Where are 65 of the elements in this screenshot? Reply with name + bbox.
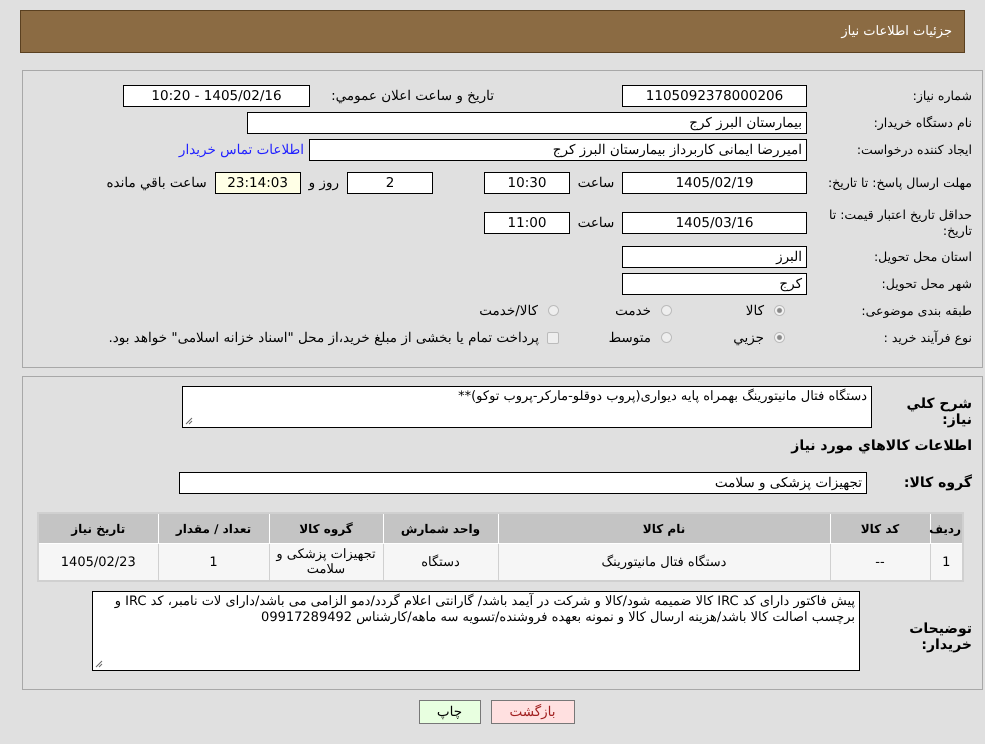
section-title: اطلاعات کالاهاي مورد نیاز	[790, 438, 973, 456]
column-header: نام کالا	[498, 513, 830, 544]
remaining-time-field[interactable]: 23:14:03	[214, 172, 301, 194]
notes-field[interactable]: پیش فاکتور دارای کد IRC کالا ضمیمه شود/کالا و شرکت در آیمد باشد/ گارانتی اعلام گردد/دمو الزامی می باشد/دارای لات نامبر، کد IRC و برچسب اصالت کالا باشد/هزینه ارسال کالا و نمونه بعهده فروشنده/تسویه سه ماهه/کارشناس 09917289492	[92, 591, 860, 671]
column-header: واحد شمارش	[383, 513, 498, 544]
resize-grip-icon[interactable]	[185, 417, 193, 425]
goods-group-field[interactable]: تجهیزات پزشکی و سلامت	[179, 472, 867, 494]
radio-button[interactable]	[548, 305, 559, 316]
buyer-field[interactable]: بیمارستان البرز کرج	[247, 112, 807, 134]
description-field[interactable]: دستگاه فتال مانیتورینگ بهمراه پایه دیواری(پروب دوقلو-مارکر-پروب توکو)**	[182, 386, 872, 428]
field-label: مهلت ارسال پاسخ: تا تاریخ:	[826, 174, 973, 192]
table-cell: 1	[930, 544, 963, 581]
days-field[interactable]: 2	[347, 172, 433, 194]
remaining-label: ساعت باقي مانده	[106, 175, 207, 191]
field-label: توضیحات خریدار:	[908, 621, 973, 653]
print-button[interactable]: چاپ	[418, 700, 480, 724]
days-label: روز و	[308, 175, 339, 191]
option-label: کالا/خدمت	[479, 302, 538, 318]
radio-button[interactable]	[774, 332, 785, 343]
option-label: خدمت	[614, 302, 651, 318]
field-label: گروه کالا:	[902, 475, 973, 491]
field-label: شهر محل تحویل:	[880, 276, 973, 291]
radio-button[interactable]	[661, 332, 672, 343]
field-label: حداقل تاریخ اعتبار قیمت: تا تاریخ:	[828, 206, 973, 240]
field-label: شماره نیاز:	[912, 88, 973, 103]
field-label: طبقه بندی موضوعی:	[860, 303, 973, 318]
table-cell: --	[830, 544, 930, 581]
city-field[interactable]: کرج	[622, 272, 807, 294]
deadline-date-field[interactable]: 1405/02/19	[622, 172, 807, 194]
radio-button[interactable]	[774, 305, 785, 316]
table-cell: 1405/02/23	[38, 544, 158, 581]
contact-link[interactable]: اطلاعات تماس خریدار	[178, 142, 304, 158]
field-label: ایجاد کننده درخواست:	[856, 142, 973, 157]
column-header: گروه کالا	[269, 513, 383, 544]
field-label: استان محل تحویل:	[872, 249, 973, 264]
time-label: ساعت	[576, 175, 616, 191]
option-label: کالا	[744, 302, 764, 318]
resize-grip-icon[interactable]	[95, 660, 103, 668]
radio-button[interactable]	[661, 305, 672, 316]
validity-time-field[interactable]: 11:00	[484, 212, 570, 234]
announce-date-field[interactable]: 1405/02/16 - 10:20	[123, 84, 310, 106]
province-field[interactable]: البرز	[622, 246, 807, 268]
column-header: تاریخ نیاز	[38, 513, 158, 544]
column-header: ردیف	[930, 513, 963, 544]
field-label: نوع فرآیند خرید :	[882, 330, 973, 345]
page-title: جزئیات اطلاعات نیاز	[841, 24, 952, 39]
creator-field[interactable]: امیررضا ایمانی کاربرداز بیمارستان البرز کرج	[309, 138, 807, 160]
option-label: متوسط	[608, 330, 651, 346]
column-header: کد کالا	[830, 513, 930, 544]
field-label: شرح کلي نیاز:	[906, 396, 973, 428]
option-label: پرداخت تمام یا بخشی از مبلغ خرید،از محل "اسناد خزانه اسلامی" خواهد بود.	[108, 330, 539, 346]
back-button[interactable]: بازگشت	[490, 700, 574, 724]
deadline-time-field[interactable]: 10:30	[484, 172, 570, 194]
column-header: تعداد / مقدار	[158, 513, 269, 544]
field-label: نام دستگاه خریدار:	[872, 115, 973, 130]
need-number-field[interactable]: 1105092378000206	[622, 84, 807, 106]
validity-date-field[interactable]: 1405/03/16	[622, 212, 807, 234]
table-cell: دستگاه	[383, 544, 498, 581]
time-label: ساعت	[576, 215, 616, 231]
checkbox[interactable]	[547, 332, 559, 344]
table-cell: دستگاه فتال مانیتورینگ	[498, 544, 830, 581]
table-cell: تجهیزات پزشکی و سلامت	[269, 544, 383, 581]
option-label: جزيي	[732, 330, 764, 346]
field-label: تاریخ و ساعت اعلان عمومي:	[330, 88, 494, 104]
table-cell: 1	[158, 544, 269, 581]
